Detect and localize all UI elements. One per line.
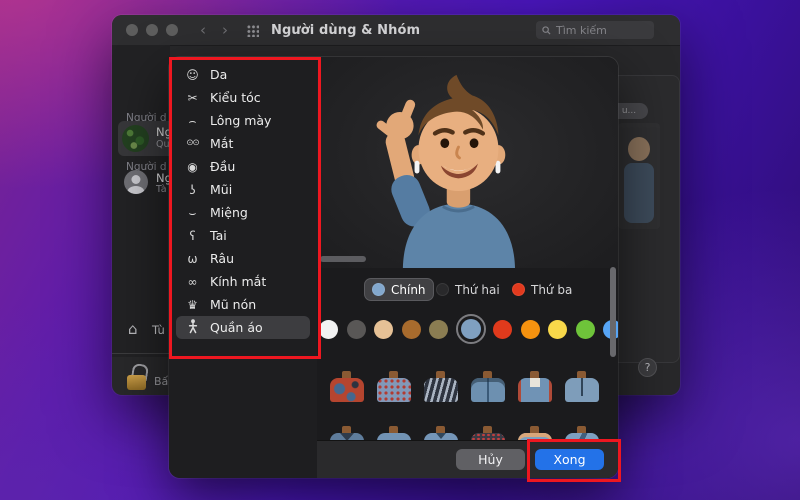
color-swatch[interactable] — [493, 319, 512, 339]
clothing-neck — [530, 371, 539, 378]
tab-thu-ba[interactable]: Thứ ba — [505, 278, 579, 301]
minimize-button[interactable] — [146, 24, 158, 36]
avatar-thumbnail[interactable] — [618, 123, 660, 229]
other-user-detail: Tà — [156, 184, 167, 195]
color-swatch[interactable] — [548, 319, 567, 339]
editor-main-panel: Chính Thứ hai Thứ ba Hủy Xong — [317, 57, 618, 478]
color-dot-icon — [372, 283, 385, 296]
other-user-name: Ng — [156, 171, 170, 185]
clothing-body — [376, 378, 411, 402]
clothing-option-zip-shirt[interactable] — [560, 371, 604, 402]
current-user-name: Ng — [156, 125, 170, 139]
color-swatch[interactable] — [374, 319, 393, 339]
memoji-pose-preview[interactable] — [317, 57, 618, 268]
login-options-item[interactable]: Tù — [152, 323, 165, 337]
clothing-body — [423, 378, 458, 402]
divider — [112, 353, 170, 354]
color-swatch[interactable] — [455, 314, 486, 344]
vertical-scrollbar[interactable] — [610, 267, 616, 357]
other-user-avatar[interactable] — [124, 170, 148, 194]
clothing-neck — [342, 426, 351, 433]
clothing-neck — [436, 371, 445, 378]
cancel-button[interactable]: Hủy — [456, 449, 525, 470]
color-dot-icon — [436, 283, 449, 296]
color-swatch[interactable] — [346, 319, 366, 339]
clothing-neck — [577, 371, 586, 378]
clothing-option-hoodie[interactable] — [466, 371, 510, 402]
color-swatch[interactable] — [575, 319, 595, 339]
window-titlebar: ‹ › Người dùng & Nhóm Tìm kiếm — [112, 15, 680, 46]
current-user-detail: Qu — [156, 139, 170, 150]
clothing-neck — [436, 426, 445, 433]
tab-label: Thứ ba — [531, 282, 573, 297]
clothing-option-patterned-tee[interactable] — [325, 371, 369, 402]
forward-icon[interactable]: › — [222, 22, 228, 38]
lock-hint-text: Bấ — [154, 375, 169, 388]
clothing-body — [564, 378, 599, 402]
color-swatch[interactable] — [520, 319, 540, 339]
clothing-option-trim-tunic[interactable] — [513, 371, 557, 402]
clothing-option-floral-blouse[interactable] — [372, 371, 416, 402]
home-icon: ⌂ — [128, 320, 138, 338]
zoom-button[interactable] — [166, 24, 178, 36]
clothing-neck — [483, 426, 492, 433]
clothing-neck — [342, 371, 351, 378]
color-swatch-row — [317, 314, 618, 344]
search-icon — [542, 25, 551, 35]
help-button[interactable]: ? — [638, 358, 657, 377]
color-swatch[interactable] — [429, 319, 448, 339]
apps-grid-icon[interactable] — [246, 23, 259, 37]
traffic-lights — [126, 24, 178, 36]
clothing-body — [470, 378, 505, 402]
current-user-avatar[interactable] — [122, 125, 149, 152]
annotation-box-categories — [169, 57, 321, 359]
search-input[interactable]: Tìm kiếm — [536, 21, 654, 39]
color-dot-icon — [512, 283, 525, 296]
clothing-neck — [577, 426, 586, 433]
clothing-body — [329, 378, 364, 402]
remove-user-button[interactable]: − — [142, 356, 154, 357]
clothing-neck — [483, 371, 492, 378]
color-swatch[interactable] — [319, 319, 338, 339]
desktop-background: ‹ › Người dùng & Nhóm Tìm kiếm Người d N… — [0, 0, 800, 500]
users-sidebar: Người d Ng Qu Người d Ng Tà ⌂ Tù + − — [112, 45, 170, 357]
memoji-figure — [376, 74, 515, 268]
clothing-option-striped-poncho[interactable] — [419, 371, 463, 402]
annotation-box-done-button — [527, 439, 621, 482]
clothing-body — [517, 378, 552, 402]
clothing-neck — [389, 371, 398, 378]
clothing-neck — [389, 426, 398, 433]
window-title: Người dùng & Nhóm — [271, 22, 421, 38]
tab-thu-hai[interactable]: Thứ hai — [429, 278, 507, 301]
tab-chinh[interactable]: Chính — [364, 278, 434, 301]
color-swatch[interactable] — [401, 319, 421, 339]
search-placeholder: Tìm kiếm — [556, 23, 607, 37]
tab-label: Thứ hai — [455, 282, 500, 297]
unlock-padlock-icon[interactable] — [127, 375, 146, 390]
tab-label: Chính — [391, 282, 426, 297]
add-user-button[interactable]: + — [124, 356, 136, 357]
back-icon[interactable]: ‹ — [200, 22, 206, 38]
close-button[interactable] — [126, 24, 138, 36]
clothing-neck — [530, 426, 539, 433]
pose-scrollbar[interactable] — [320, 256, 366, 262]
